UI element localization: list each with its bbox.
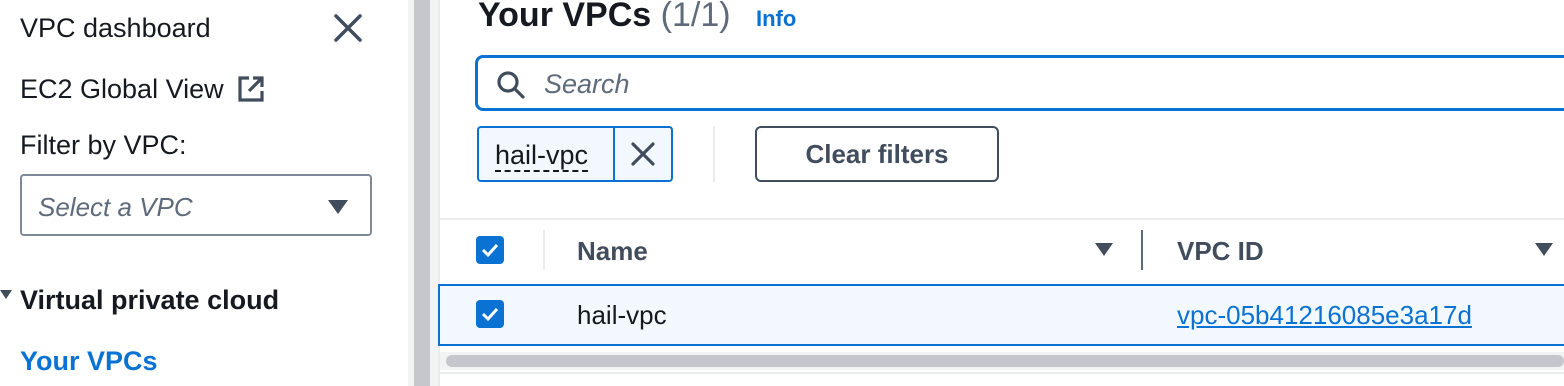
search-input[interactable] [542, 66, 1446, 102]
remove-filter-icon[interactable] [627, 138, 659, 170]
clear-filters-button[interactable]: Clear filters [755, 126, 999, 182]
column-resize-handle[interactable] [1141, 230, 1143, 270]
checkmark-icon [481, 307, 499, 322]
horizontal-scrollbar[interactable] [446, 355, 1564, 367]
filter-token: hail-vpc [477, 126, 673, 182]
row-vpc-id-link[interactable]: vpc-05b41216085e3a17d [1177, 300, 1472, 331]
sort-name-icon[interactable] [1095, 243, 1113, 256]
column-divider [543, 230, 545, 270]
dropdown-caret-icon [328, 200, 348, 214]
column-header-vpc-id[interactable]: VPC ID [1177, 236, 1264, 267]
external-link-icon[interactable] [236, 74, 266, 104]
filter-by-vpc-label: Filter by VPC: [20, 130, 187, 160]
table-bottom-border [440, 372, 1564, 374]
column-header-name[interactable]: Name [577, 236, 648, 267]
search-icon [497, 71, 525, 99]
checkmark-icon [481, 243, 499, 258]
select-all-checkbox[interactable] [476, 236, 504, 264]
filter-token-label[interactable]: hail-vpc [495, 140, 589, 172]
row-checkbox[interactable] [476, 300, 504, 328]
sidebar-item-vpc-dashboard[interactable]: VPC dashboard [20, 13, 211, 44]
selection-count: (1/1) [660, 0, 731, 34]
sidebar: VPC dashboard EC2 Global View Filter by … [0, 0, 408, 386]
vpc-filter-select[interactable]: Select a VPC [20, 174, 372, 236]
sidebar-item-your-vpcs[interactable]: Your VPCs [20, 346, 158, 377]
page-title: Your VPCs (1/1) [478, 0, 731, 35]
sidebar-item-ec2-global-view[interactable]: EC2 Global View [20, 74, 224, 105]
page-title-text: Your VPCs [478, 0, 652, 34]
sidebar-section-virtual-private-cloud[interactable]: Virtual private cloud [20, 285, 279, 316]
search-field[interactable] [475, 55, 1564, 111]
panel-resize-handle[interactable] [414, 0, 430, 386]
toolbar-separator [713, 126, 715, 182]
filter-token-separator [613, 128, 615, 180]
info-link[interactable]: Info [756, 6, 796, 32]
close-icon[interactable] [332, 12, 364, 44]
section-expand-icon[interactable] [0, 290, 12, 299]
vpc-filter-placeholder: Select a VPC [38, 192, 193, 222]
sort-vpc-id-icon[interactable] [1535, 243, 1553, 256]
table-top-border [440, 218, 1564, 220]
row-name-cell: hail-vpc [577, 300, 667, 330]
